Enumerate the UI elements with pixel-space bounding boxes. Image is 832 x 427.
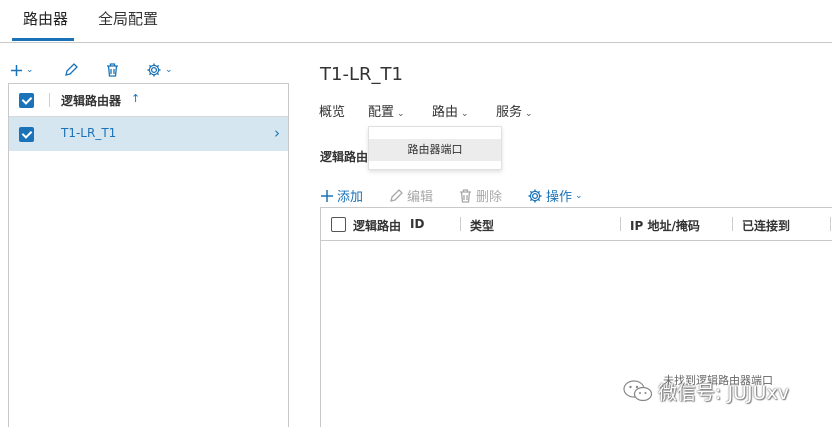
actions-menu-button[interactable]: 操作 ⌄ — [527, 186, 583, 205]
watermark: 微信号: JUJUxv — [622, 378, 789, 404]
page-title: T1-LR_T1 — [320, 64, 403, 85]
menu-item-router-ports[interactable]: 路由器端口 — [369, 139, 501, 161]
section-title: 逻辑路由 — [320, 150, 369, 164]
chevron-right-icon[interactable]: › — [274, 124, 280, 142]
edit-icon — [65, 63, 78, 76]
subnav-overview-label: 概览 — [319, 105, 346, 120]
column-divider — [732, 217, 733, 231]
pencil-icon — [390, 188, 403, 202]
actions-menu-label: 操作 — [546, 190, 573, 205]
gear-icon — [528, 189, 542, 202]
plus-icon — [321, 189, 333, 202]
top-tab-bar: 路由器 全局配置 — [0, 0, 832, 43]
port-action-bar: 添加 编辑 删除 操作 ⌄ — [320, 186, 620, 206]
delete-button-label: 删除 — [476, 190, 503, 205]
column-header-connected-to[interactable]: 已连接到 — [742, 217, 790, 234]
sort-ascending-icon[interactable]: ↑ — [131, 92, 140, 105]
select-all-checkbox[interactable] — [19, 93, 34, 108]
left-toolbar: ⌄ ⌄ — [8, 58, 288, 82]
chevron-down-icon: ⌄ — [165, 65, 173, 75]
edit-button-label: 编辑 — [407, 190, 434, 205]
router-row[interactable]: T1-LR_T1 › — [9, 117, 288, 151]
subnav-overview[interactable]: 概览 — [319, 101, 345, 120]
chevron-down-icon: ⌄ — [575, 190, 583, 201]
column-header-type[interactable]: 类型 — [470, 217, 494, 234]
column-header-ip-mask[interactable]: IP 地址/掩码 — [630, 217, 700, 234]
chevron-down-icon: ⌄ — [26, 65, 34, 75]
plus-icon — [11, 64, 22, 76]
gear-icon — [147, 63, 161, 77]
router-list-panel: 逻辑路由器 ↑ T1-LR_T1 › — [8, 83, 289, 427]
column-divider — [620, 217, 621, 231]
grid-header: 逻辑路由 ID 类型 IP 地址/掩码 已连接到 — [321, 208, 832, 241]
row-checkbox[interactable] — [19, 127, 34, 142]
edit-button[interactable]: 编辑 — [388, 186, 433, 205]
wechat-icon — [623, 380, 653, 402]
trash-icon — [460, 188, 471, 203]
subnav-config-label: 配置 — [368, 105, 395, 120]
tab-global-config[interactable]: 全局配置 — [98, 8, 158, 29]
watermark-text: 微信号: JUJUxv — [658, 381, 789, 404]
column-divider — [460, 217, 461, 231]
tab-routers[interactable]: 路由器 — [23, 8, 68, 29]
delete-button[interactable] — [105, 58, 120, 82]
column-divider — [49, 93, 50, 107]
settings-menu-button[interactable]: ⌄ — [146, 58, 173, 82]
column-divider — [830, 217, 831, 231]
chevron-down-icon: ⌄ — [397, 109, 405, 119]
trash-icon — [107, 63, 118, 77]
active-tab-indicator — [12, 38, 74, 41]
add-menu-button[interactable]: ⌄ — [10, 58, 34, 82]
subnav-config[interactable]: 配置 ⌄ — [368, 101, 405, 120]
column-header-id[interactable]: ID — [410, 217, 424, 231]
edit-button[interactable] — [63, 58, 79, 82]
subnav-services-label: 服务 — [496, 105, 523, 120]
chevron-down-icon: ⌄ — [461, 109, 469, 119]
add-button-label: 添加 — [337, 190, 364, 205]
subnav-routing[interactable]: 路由 ⌄ — [432, 101, 469, 120]
add-button[interactable]: 添加 — [320, 186, 363, 205]
subnav-routing-label: 路由 — [432, 105, 459, 120]
subnav-services[interactable]: 服务 ⌄ — [496, 101, 533, 120]
column-header-logical-router[interactable]: 逻辑路由 — [353, 217, 401, 234]
config-dropdown-menu: 路由器端口 — [368, 126, 502, 170]
delete-button[interactable]: 删除 — [458, 186, 502, 205]
router-name[interactable]: T1-LR_T1 — [61, 126, 116, 140]
router-list-header: 逻辑路由器 ↑ — [9, 84, 288, 117]
select-all-checkbox[interactable] — [331, 217, 346, 232]
chevron-down-icon: ⌄ — [525, 109, 533, 119]
column-header-logical-router[interactable]: 逻辑路由器 — [61, 92, 121, 109]
